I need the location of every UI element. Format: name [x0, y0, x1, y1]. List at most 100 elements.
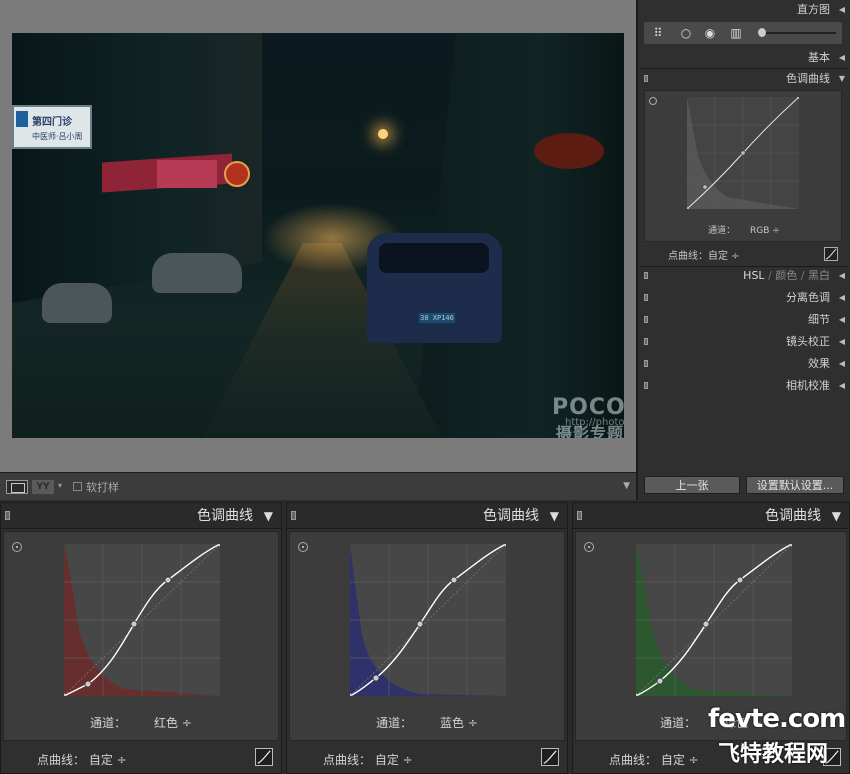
before-after-button[interactable]: YY [32, 480, 54, 494]
edit-point-curve-icon[interactable] [255, 748, 273, 766]
street-lamp [378, 129, 388, 139]
channel-select[interactable]: 红色 ÷ [154, 716, 192, 730]
chevron-down-icon[interactable]: ▾ [58, 481, 62, 490]
channel-select[interactable]: RGB ÷ [750, 226, 780, 236]
panel-detail[interactable]: 细节 ◀ [640, 310, 848, 330]
histogram-label: 直方图 [797, 3, 830, 16]
pin-icon[interactable] [644, 338, 648, 345]
green-curve-graph[interactable] [636, 544, 792, 696]
pin-icon[interactable] [644, 382, 648, 389]
spot-removal-icon[interactable]: ○ [676, 25, 696, 41]
collapse-arrow-icon[interactable]: ◀ [839, 266, 845, 286]
channel-label: 通道： [660, 716, 697, 730]
rgb-curve-graph[interactable] [687, 97, 799, 209]
color-tab[interactable]: 颜色 [775, 269, 797, 282]
curve-panel-header[interactable]: 色调曲线 ▼ [573, 503, 849, 529]
expand-arrow-icon[interactable]: ▼ [832, 503, 841, 529]
blue-curve-graph[interactable] [350, 544, 506, 696]
detail-label: 细节 [808, 313, 830, 326]
collapse-arrow-icon[interactable]: ◀ [839, 376, 845, 396]
panel-camera-calibration[interactable]: 相机校准 ◀ [640, 376, 848, 396]
slider-knob[interactable] [758, 28, 766, 37]
channel-row[interactable]: 通道： RGB ÷ [645, 223, 843, 236]
collapse-arrow-icon[interactable]: ◀ [839, 0, 845, 20]
photo-canvas: 第四门诊 中医师·吕小周 38 XP146 POCO摄影专题 http://ph… [0, 0, 636, 472]
develop-right-panel: 直方图 ◀ ⠿ ○ ◉ ▥ 基本 ◀ 色调曲线 ▼ 通道： RGB ÷ 点曲线：… [636, 0, 850, 500]
curve-panel-header[interactable]: 色调曲线 ▼ [287, 503, 567, 529]
toolbar-menu-icon[interactable]: ▼ [623, 481, 630, 491]
curve-panel-title: 色调曲线 [765, 508, 821, 524]
point-curve-text[interactable]: 点曲线：自定 ÷ [668, 247, 740, 262]
site-watermark: fevte.com 飞特教程网 [708, 704, 850, 774]
panel-hsl[interactable]: HSL / 颜色 / 黑白 ◀ [640, 266, 848, 286]
adjustment-brush-slider[interactable] [760, 32, 836, 34]
red-eye-icon[interactable]: ◉ [702, 25, 718, 41]
set-defaults-button[interactable]: 设置默认设置... [746, 476, 844, 494]
pin-icon[interactable] [644, 316, 648, 323]
expand-arrow-icon[interactable]: ▼ [550, 503, 559, 529]
bw-tab[interactable]: 黑白 [808, 269, 830, 282]
pin-icon[interactable] [291, 511, 296, 520]
split-toning-label: 分离色调 [786, 291, 830, 304]
channel-label: 通道： [708, 226, 736, 236]
panel-histogram[interactable]: 直方图 ◀ [640, 0, 848, 20]
lantern [224, 161, 250, 187]
loupe-view-button[interactable] [6, 480, 28, 494]
curve-point [702, 620, 710, 628]
curve-panel-header[interactable]: 色调曲线 ▼ [1, 503, 281, 529]
curve-point [130, 620, 138, 628]
curve-panel-body: 通道： 红色 ÷ [3, 531, 279, 741]
panel-lens-correction[interactable]: 镜头校正 ◀ [640, 332, 848, 352]
pin-icon[interactable] [644, 360, 648, 367]
collapse-arrow-icon[interactable]: ◀ [839, 310, 845, 330]
collapse-arrow-icon[interactable]: ◀ [839, 288, 845, 308]
panel-effects[interactable]: 效果 ◀ [640, 354, 848, 374]
panel-nav: 上一张 设置默认设置... [640, 476, 848, 496]
channel-row[interactable]: 通道： 蓝色 ÷ [290, 714, 564, 731]
expand-arrow-icon[interactable]: ▼ [264, 503, 273, 529]
point-curve-text[interactable]: 点曲线： 自定 ÷ [323, 751, 413, 768]
point-curve-text[interactable]: 点曲线： 自定 ÷ [609, 751, 699, 768]
edit-point-curve-icon[interactable] [541, 748, 559, 766]
edit-point-curve-icon[interactable] [824, 247, 838, 261]
site-logo-cn: 飞特教程网 [718, 742, 829, 767]
pin-icon[interactable] [577, 511, 582, 520]
panel-split-toning[interactable]: 分离色调 ◀ [640, 288, 848, 308]
panel-basic[interactable]: 基本 ◀ [640, 48, 848, 68]
targeted-adjustment-icon[interactable] [298, 542, 308, 552]
curve-point [372, 674, 380, 682]
pin-icon[interactable] [5, 511, 10, 520]
street-photo: 第四门诊 中医师·吕小周 38 XP146 POCO摄影专题 http://ph… [12, 33, 624, 438]
targeted-adjustment-icon[interactable] [584, 542, 594, 552]
sign-sub-text: 中医师·吕小周 [32, 132, 83, 141]
expand-arrow-icon[interactable]: ▼ [839, 69, 845, 89]
soft-proof-checkbox[interactable] [73, 482, 82, 491]
channel-row[interactable]: 通道： 红色 ÷ [4, 714, 278, 731]
bottom-toolbar: YY ▾ 软打样 ▼ [0, 472, 636, 500]
crop-grid-icon[interactable]: ⠿ [648, 25, 668, 41]
pin-icon[interactable] [644, 75, 648, 82]
curve-point [740, 150, 746, 156]
soft-proof-label: 软打样 [86, 481, 119, 494]
pin-icon[interactable] [644, 294, 648, 301]
targeted-adjustment-icon[interactable] [12, 542, 22, 552]
curve-point [450, 576, 458, 584]
previous-button[interactable]: 上一张 [644, 476, 740, 494]
graduated-filter-icon[interactable]: ▥ [726, 25, 746, 41]
blue-curve-panel: 色调曲线 ▼ 通道： 蓝色 ÷ 点曲线： 自定 ÷ [286, 502, 568, 774]
collapse-arrow-icon[interactable]: ◀ [839, 354, 845, 374]
pin-icon[interactable] [644, 272, 648, 279]
collapse-arrow-icon[interactable]: ◀ [839, 48, 845, 68]
sign-logo [16, 111, 28, 127]
point-curve-text[interactable]: 点曲线： 自定 ÷ [37, 751, 127, 768]
hsl-separator: / [768, 269, 772, 282]
curve-point [84, 680, 92, 688]
panel-tone-curve[interactable]: 色调曲线 ▼ [640, 69, 848, 89]
channel-select[interactable]: 蓝色 ÷ [440, 716, 478, 730]
channel-label: 通道： [90, 716, 127, 730]
targeted-adjustment-icon[interactable] [649, 97, 657, 105]
collapse-arrow-icon[interactable]: ◀ [839, 332, 845, 352]
hsl-tab[interactable]: HSL [743, 269, 764, 282]
red-curve-graph[interactable] [64, 544, 220, 696]
camera-calibration-label: 相机校准 [786, 379, 830, 392]
